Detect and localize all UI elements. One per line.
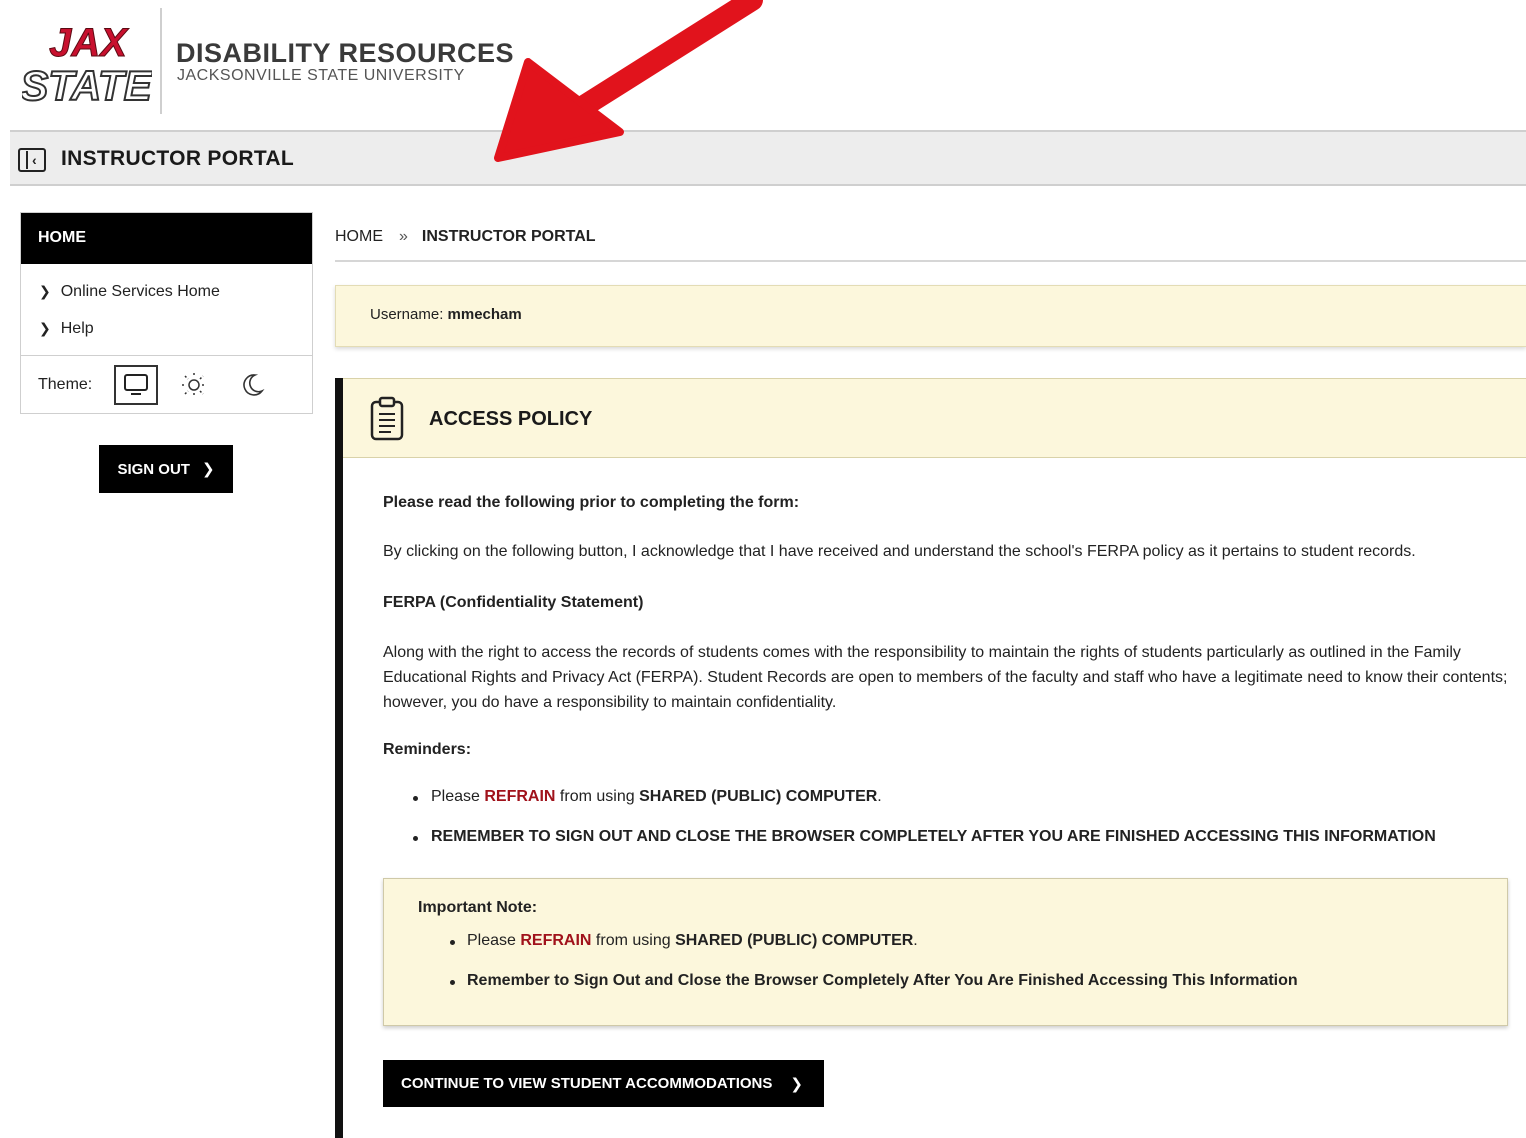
- breadcrumb: HOME » INSTRUCTOR PORTAL: [335, 228, 1526, 262]
- red-arrow-annotation: [494, 0, 763, 162]
- continue-label: CONTINUE TO VIEW STUDENT ACCOMMODATIONS: [401, 1075, 773, 1092]
- chevron-right-icon: ❯: [790, 1075, 803, 1093]
- logo-divider: [160, 8, 162, 114]
- org-subtitle: JACKSONVILLE STATE UNIVERSITY: [177, 67, 465, 84]
- theme-label: Theme:: [38, 375, 93, 393]
- ferpa-text: Along with the right to access the recor…: [383, 644, 1508, 711]
- access-policy-panel: ACCESS POLICY Please read the following …: [335, 378, 1526, 1138]
- shared-computer-emphasis: SHARED (PUBLIC) COMPUTER: [639, 788, 878, 805]
- important-note-box: Important Note: Please REFRAIN from usin…: [383, 878, 1508, 1026]
- reminders-list: Please REFRAIN from using SHARED (PUBLIC…: [383, 788, 1523, 868]
- reminder-text: .: [877, 788, 882, 805]
- username-box: Username: mmecham: [335, 285, 1526, 347]
- portal-title: INSTRUCTOR PORTAL: [61, 147, 294, 170]
- jax-state-logo[interactable]: JAX STATE: [22, 18, 152, 109]
- continue-button[interactable]: CONTINUE TO VIEW STUDENT ACCOMMODATIONS …: [383, 1060, 824, 1107]
- theme-dark-button[interactable]: [230, 365, 274, 405]
- refrain-emphasis: REFRAIN: [520, 932, 592, 949]
- important-note-heading: Important Note:: [418, 899, 538, 916]
- logo-line1: JAX: [49, 21, 129, 65]
- sidebar-item-label: Online Services Home: [60, 282, 220, 300]
- monitor-icon: [124, 373, 149, 395]
- sun-icon: [182, 372, 207, 397]
- sidebar-toggle-icon[interactable]: ‹: [18, 148, 46, 172]
- chevron-right-icon: ❯: [39, 320, 51, 336]
- sidebar-item-help[interactable]: ❯ Help: [21, 310, 312, 347]
- clipboard-icon: [370, 396, 404, 441]
- theme-system-button[interactable]: [114, 364, 159, 405]
- note-text: from using: [591, 932, 676, 949]
- note-text: Please: [467, 932, 521, 949]
- theme-selector: Theme:: [21, 356, 312, 413]
- reminders-heading: Reminders:: [383, 741, 472, 758]
- breadcrumb-separator: »: [399, 228, 408, 245]
- policy-title: ACCESS POLICY: [429, 408, 593, 430]
- important-note-list: Please REFRAIN from using SHARED (PUBLIC…: [418, 932, 1478, 1012]
- note-item: Please REFRAIN from using SHARED (PUBLIC…: [418, 932, 1478, 972]
- chevron-right-icon: ❯: [201, 461, 215, 478]
- sign-out-label: SIGN OUT: [117, 460, 190, 478]
- username-value: mmecham: [447, 306, 522, 323]
- chevron-right-icon: ❯: [39, 283, 51, 299]
- reminder-text: from using: [555, 788, 640, 805]
- breadcrumb-current: INSTRUCTOR PORTAL: [421, 228, 596, 245]
- moon-icon: [243, 373, 265, 396]
- note-item: Remember to Sign Out and Close the Brows…: [418, 972, 1478, 1012]
- breadcrumb-home-link[interactable]: HOME: [335, 228, 383, 245]
- sidebar-item-online-services-home[interactable]: ❯ Online Services Home: [21, 273, 312, 310]
- logo-line2: STATE: [22, 62, 152, 108]
- shared-computer-emphasis: SHARED (PUBLIC) COMPUTER: [675, 932, 914, 949]
- sidebar-heading[interactable]: HOME: [21, 213, 312, 264]
- policy-acknowledgement: By clicking on the following button, I a…: [383, 543, 1416, 560]
- note-text: Remember to Sign Out and Close the Brows…: [467, 972, 1298, 989]
- policy-intro: Please read the following prior to compl…: [383, 494, 800, 511]
- sidebar-nav: ❯ Online Services Home ❯ Help: [21, 264, 312, 356]
- reminder-text: REMEMBER TO SIGN OUT AND CLOSE THE BROWS…: [431, 828, 1436, 845]
- username-label: Username:: [370, 306, 444, 323]
- reminder-text: Please: [431, 788, 485, 805]
- refrain-emphasis: REFRAIN: [484, 788, 556, 805]
- policy-header: ACCESS POLICY: [343, 378, 1526, 458]
- reminder-item: Please REFRAIN from using SHARED (PUBLIC…: [383, 788, 1523, 828]
- sidebar-item-label: Help: [60, 319, 94, 337]
- ferpa-heading: FERPA (Confidentiality Statement): [383, 594, 644, 611]
- org-name: DISABILITY RESOURCES: [176, 38, 515, 68]
- theme-light-button[interactable]: [172, 365, 216, 405]
- reminder-item: REMEMBER TO SIGN OUT AND CLOSE THE BROWS…: [383, 828, 1523, 868]
- note-text: .: [913, 932, 918, 949]
- sidebar: HOME ❯ Online Services Home ❯ Help Theme…: [20, 212, 313, 414]
- sign-out-button[interactable]: SIGN OUT ❯: [99, 445, 233, 493]
